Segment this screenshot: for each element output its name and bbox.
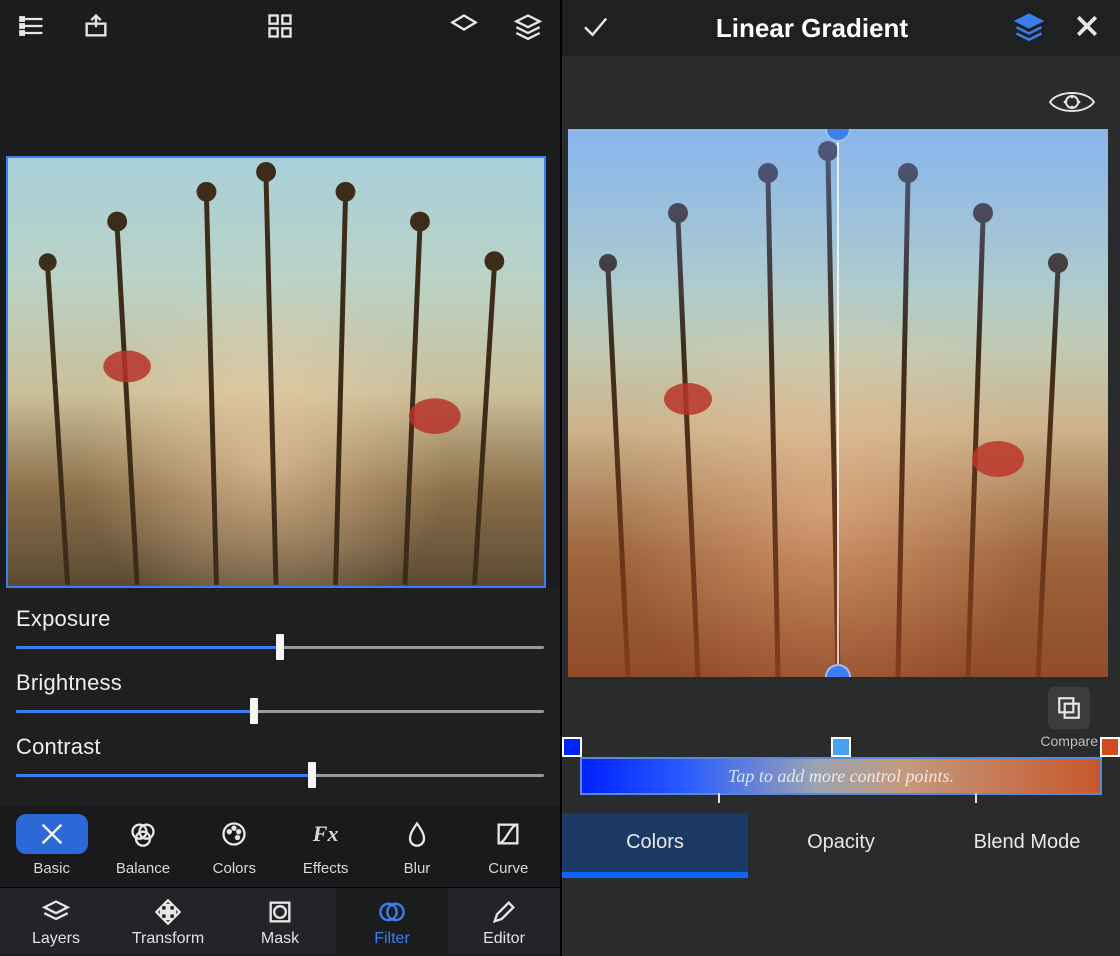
editor-tab-label: Layers — [32, 930, 80, 948]
share-icon[interactable] — [82, 12, 110, 45]
editor-tab-mask[interactable]: Mask — [224, 888, 336, 954]
grid-icon[interactable] — [266, 12, 294, 45]
gradient-tab-label: Opacity — [807, 831, 875, 853]
confirm-icon[interactable] — [580, 11, 610, 46]
gradient-stop-mid[interactable] — [831, 737, 851, 757]
filter-tabs: Basic Balance Colors Fx Effects Blur Cur… — [0, 806, 560, 887]
slider-label: Contrast — [16, 734, 544, 760]
gradient-tab-label: Blend Mode — [974, 831, 1081, 853]
gradient-tab-indicator — [562, 872, 748, 878]
left-topbar — [0, 0, 560, 56]
editor-bar: Layers Transform Mask Filter Editor — [0, 887, 560, 954]
editor-tab-label: Mask — [261, 930, 299, 948]
slider-label: Exposure — [16, 606, 544, 632]
gradient-tab-opacity[interactable]: Opacity — [748, 813, 934, 872]
close-icon[interactable] — [1072, 11, 1102, 46]
slider-exposure[interactable]: Exposure — [16, 606, 544, 652]
editor-tab-transform[interactable]: Transform — [112, 888, 224, 954]
editor-tab-label: Filter — [374, 930, 410, 948]
slider-brightness[interactable]: Brightness — [16, 670, 544, 716]
fx-glyph: Fx — [313, 821, 339, 847]
gradient-tab-label: Colors — [626, 831, 684, 853]
filter-tab-effects[interactable]: Fx Effects — [280, 814, 371, 877]
filter-tab-colors[interactable]: Colors — [189, 814, 280, 877]
gradient-tab-colors[interactable]: Colors — [562, 813, 748, 872]
gradient-bar[interactable]: Tap to add more control points. — [562, 751, 1120, 795]
visibility-icon[interactable] — [1048, 88, 1096, 121]
editor-tab-editor[interactable]: Editor — [448, 888, 560, 954]
editor-tab-label: Editor — [483, 930, 525, 948]
image-canvas[interactable] — [6, 156, 546, 588]
filter-tab-basic[interactable]: Basic — [6, 814, 97, 877]
slider-label: Brightness — [16, 670, 544, 696]
gradient-hint: Tap to add more control points. — [582, 759, 1100, 793]
compare-label: Compare — [1040, 733, 1098, 749]
layer-single-icon[interactable] — [450, 12, 478, 45]
filter-tab-label: Blur — [404, 860, 431, 877]
editor-tab-layers[interactable]: Layers — [0, 888, 112, 954]
filter-tab-balance[interactable]: Balance — [97, 814, 188, 877]
right-topbar: Linear Gradient — [562, 0, 1120, 56]
compare-icon — [1048, 687, 1090, 729]
compare-button[interactable]: Compare — [1040, 687, 1098, 749]
filter-tab-label: Balance — [116, 860, 170, 877]
slider-contrast[interactable]: Contrast — [16, 734, 544, 780]
filter-tab-blur[interactable]: Blur — [371, 814, 462, 877]
layers-stack-icon[interactable] — [514, 12, 542, 45]
sliders-panel: Exposure Brightness Contrast — [0, 588, 560, 806]
gradient-canvas[interactable] — [568, 129, 1108, 677]
filter-tab-label: Curve — [488, 860, 528, 877]
filter-tab-label: Colors — [213, 860, 256, 877]
filter-tab-label: Basic — [33, 860, 70, 877]
editor-tab-filter[interactable]: Filter — [336, 888, 448, 954]
gradient-tabs: Colors Opacity Blend Mode — [562, 813, 1120, 872]
filter-tab-curve[interactable]: Curve — [463, 814, 554, 877]
gradient-stop-left[interactable] — [562, 737, 582, 757]
gradient-axis[interactable] — [837, 129, 839, 677]
list-icon[interactable] — [18, 12, 46, 45]
gradient-stop-right[interactable] — [1100, 737, 1120, 757]
layers-icon[interactable] — [1014, 11, 1044, 46]
editor-tab-label: Transform — [132, 930, 204, 948]
filter-tab-label: Effects — [303, 860, 349, 877]
panel-title: Linear Gradient — [716, 13, 908, 44]
gradient-tab-blendmode[interactable]: Blend Mode — [934, 813, 1120, 872]
